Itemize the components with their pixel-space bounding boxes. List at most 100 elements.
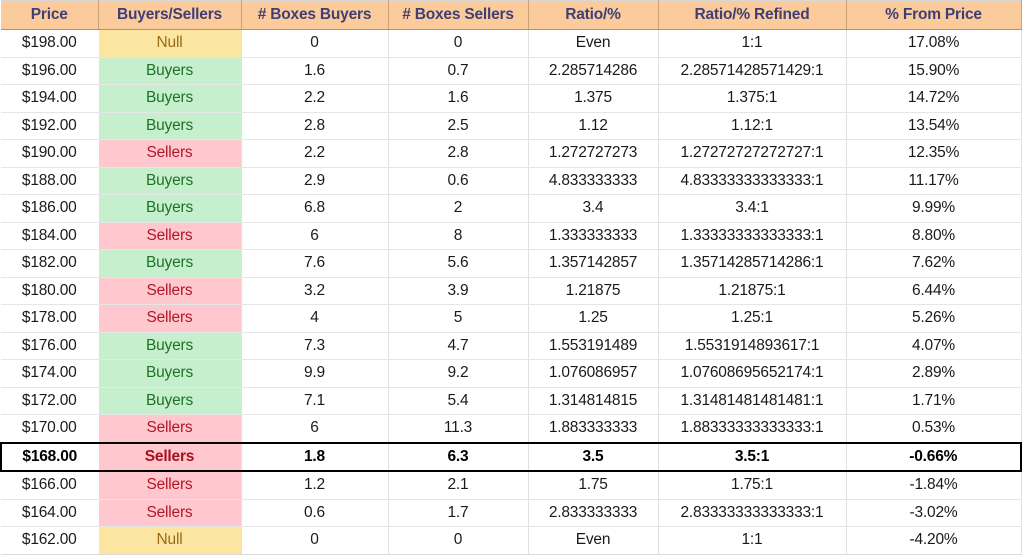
cell-buyers-sellers[interactable]: Sellers bbox=[98, 414, 242, 443]
cell-boxes-buyers[interactable]: 3.2 bbox=[241, 277, 389, 305]
cell-buyers-sellers[interactable]: Null bbox=[98, 526, 242, 555]
column-header-boxes-sellers[interactable]: # Boxes Sellers bbox=[388, 0, 529, 30]
cell-price[interactable]: $168.00 bbox=[0, 441, 99, 472]
cell-price[interactable]: $164.00 bbox=[1, 499, 99, 527]
cell-ratio-refined[interactable]: 1.21875:1 bbox=[658, 277, 847, 305]
cell-ratio[interactable]: 1.21875 bbox=[528, 277, 659, 305]
cell-ratio-refined[interactable]: 1.75:1 bbox=[658, 471, 847, 500]
cell-ratio-refined[interactable]: 1.88333333333333:1 bbox=[658, 414, 847, 443]
cell-boxes-buyers[interactable]: 9.9 bbox=[241, 359, 389, 388]
table-row[interactable]: $162.00 Null 0 0 Even 1:1 -4.20% bbox=[1, 526, 1022, 555]
table-row[interactable]: $178.00 Sellers 4 5 1.25 1.25:1 5.26% bbox=[1, 304, 1022, 333]
column-header-ratio-refined[interactable]: Ratio/% Refined bbox=[658, 0, 847, 30]
cell-boxes-buyers[interactable]: 0 bbox=[241, 526, 389, 555]
table-row[interactable]: $182.00 Buyers 7.6 5.6 1.357142857 1.35714285… bbox=[1, 249, 1022, 278]
cell-price[interactable]: $162.00 bbox=[1, 526, 99, 555]
cell-ratio-refined[interactable]: 1.12:1 bbox=[658, 112, 847, 140]
cell-ratio[interactable]: 2.285714286 bbox=[528, 57, 659, 85]
cell-boxes-sellers[interactable]: 6.3 bbox=[388, 441, 529, 472]
cell-ratio-refined[interactable]: 2.28571428571429:1 bbox=[658, 57, 847, 85]
cell-buyers-sellers[interactable]: Sellers bbox=[98, 304, 242, 333]
cell-price[interactable]: $180.00 bbox=[1, 277, 99, 305]
cell-boxes-sellers[interactable]: 0.6 bbox=[388, 167, 529, 195]
cell-pct-from-price[interactable]: 11.17% bbox=[846, 167, 1022, 195]
cell-pct-from-price[interactable]: 0.53% bbox=[846, 414, 1022, 443]
table-row[interactable]: $168.00 Sellers 1.8 6.3 3.5 3.5:1 -0.66% bbox=[0, 441, 1022, 472]
cell-boxes-buyers[interactable]: 6 bbox=[241, 414, 389, 443]
cell-boxes-sellers[interactable]: 1.7 bbox=[388, 499, 529, 527]
cell-ratio-refined[interactable]: 1.27272727272727:1 bbox=[658, 139, 847, 168]
cell-boxes-sellers[interactable]: 5.6 bbox=[388, 249, 529, 278]
cell-boxes-buyers[interactable]: 6 bbox=[241, 222, 389, 250]
cell-pct-from-price[interactable]: 8.80% bbox=[846, 222, 1022, 250]
cell-ratio-refined[interactable]: 1:1 bbox=[658, 526, 847, 555]
cell-buyers-sellers[interactable]: Buyers bbox=[98, 57, 242, 85]
cell-buyers-sellers[interactable]: Null bbox=[98, 29, 242, 58]
cell-boxes-buyers[interactable]: 4 bbox=[241, 304, 389, 333]
cell-price[interactable]: $184.00 bbox=[1, 222, 99, 250]
table-row[interactable]: $164.00 Sellers 0.6 1.7 2.833333333 2.8333333… bbox=[1, 499, 1022, 527]
cell-pct-from-price[interactable]: 9.99% bbox=[846, 194, 1022, 223]
cell-ratio-refined[interactable]: 1.25:1 bbox=[658, 304, 847, 333]
cell-price[interactable]: $196.00 bbox=[1, 57, 99, 85]
cell-boxes-buyers[interactable]: 1.8 bbox=[241, 441, 389, 472]
table-row[interactable]: $176.00 Buyers 7.3 4.7 1.553191489 1.55319148… bbox=[1, 332, 1022, 360]
cell-pct-from-price[interactable]: 17.08% bbox=[846, 29, 1022, 58]
cell-ratio[interactable]: 1.25 bbox=[528, 304, 659, 333]
cell-boxes-sellers[interactable]: 8 bbox=[388, 222, 529, 250]
cell-pct-from-price[interactable]: 14.72% bbox=[846, 84, 1022, 113]
cell-buyers-sellers[interactable]: Sellers bbox=[98, 277, 242, 305]
table-row[interactable]: $170.00 Sellers 6 11.3 1.883333333 1.88333333… bbox=[1, 414, 1022, 443]
cell-pct-from-price[interactable]: 12.35% bbox=[846, 139, 1022, 168]
cell-buyers-sellers[interactable]: Buyers bbox=[98, 332, 242, 360]
cell-ratio[interactable]: 3.5 bbox=[528, 441, 659, 472]
cell-buyers-sellers[interactable]: Sellers bbox=[98, 139, 242, 168]
table-row[interactable]: $184.00 Sellers 6 8 1.333333333 1.33333333333… bbox=[1, 222, 1022, 250]
cell-boxes-buyers[interactable]: 7.1 bbox=[241, 387, 389, 415]
cell-buyers-sellers[interactable]: Sellers bbox=[98, 499, 242, 527]
table-row[interactable]: $174.00 Buyers 9.9 9.2 1.076086957 1.07608695… bbox=[1, 359, 1022, 388]
cell-boxes-buyers[interactable]: 1.6 bbox=[241, 57, 389, 85]
table-row[interactable]: $196.00 Buyers 1.6 0.7 2.285714286 2.28571428… bbox=[1, 57, 1022, 85]
cell-boxes-buyers[interactable]: 2.8 bbox=[241, 112, 389, 140]
cell-boxes-buyers[interactable]: 2.9 bbox=[241, 167, 389, 195]
cell-boxes-sellers[interactable]: 2.1 bbox=[388, 471, 529, 500]
cell-buyers-sellers[interactable]: Buyers bbox=[98, 387, 242, 415]
cell-boxes-buyers[interactable]: 2.2 bbox=[241, 84, 389, 113]
cell-boxes-sellers[interactable]: 0 bbox=[388, 29, 529, 58]
cell-ratio-refined[interactable]: 3.4:1 bbox=[658, 194, 847, 223]
cell-boxes-sellers[interactable]: 2.5 bbox=[388, 112, 529, 140]
cell-boxes-sellers[interactable]: 0.7 bbox=[388, 57, 529, 85]
cell-ratio[interactable]: 1.75 bbox=[528, 471, 659, 500]
cell-ratio-refined[interactable]: 2.83333333333333:1 bbox=[658, 499, 847, 527]
cell-price[interactable]: $178.00 bbox=[1, 304, 99, 333]
cell-price[interactable]: $198.00 bbox=[1, 29, 99, 58]
cell-ratio[interactable]: 1.375 bbox=[528, 84, 659, 113]
cell-ratio[interactable]: 1.076086957 bbox=[528, 359, 659, 388]
cell-pct-from-price[interactable]: -0.66% bbox=[846, 441, 1022, 472]
cell-buyers-sellers[interactable]: Buyers bbox=[98, 112, 242, 140]
cell-boxes-buyers[interactable]: 2.2 bbox=[241, 139, 389, 168]
cell-ratio-refined[interactable]: 1.35714285714286:1 bbox=[658, 249, 847, 278]
cell-ratio-refined[interactable]: 1.5531914893617:1 bbox=[658, 332, 847, 360]
cell-ratio[interactable]: 1.883333333 bbox=[528, 414, 659, 443]
cell-ratio[interactable]: 1.12 bbox=[528, 112, 659, 140]
cell-boxes-buyers[interactable]: 7.6 bbox=[241, 249, 389, 278]
cell-buyers-sellers[interactable]: Sellers bbox=[98, 441, 242, 472]
cell-ratio-refined[interactable]: 1.33333333333333:1 bbox=[658, 222, 847, 250]
cell-boxes-sellers[interactable]: 11.3 bbox=[388, 414, 529, 443]
cell-pct-from-price[interactable]: 1.71% bbox=[846, 387, 1022, 415]
cell-pct-from-price[interactable]: -1.84% bbox=[846, 471, 1022, 500]
cell-buyers-sellers[interactable]: Sellers bbox=[98, 222, 242, 250]
cell-price[interactable]: $174.00 bbox=[1, 359, 99, 388]
cell-pct-from-price[interactable]: 2.89% bbox=[846, 359, 1022, 388]
cell-pct-from-price[interactable]: 5.26% bbox=[846, 304, 1022, 333]
cell-pct-from-price[interactable]: -3.02% bbox=[846, 499, 1022, 527]
table-row[interactable]: $194.00 Buyers 2.2 1.6 1.375 1.375:1 14.72% bbox=[1, 84, 1022, 113]
cell-boxes-buyers[interactable]: 0.6 bbox=[241, 499, 389, 527]
cell-ratio[interactable]: 1.333333333 bbox=[528, 222, 659, 250]
cell-boxes-sellers[interactable]: 9.2 bbox=[388, 359, 529, 388]
cell-price[interactable]: $166.00 bbox=[1, 471, 99, 500]
cell-boxes-sellers[interactable]: 2.8 bbox=[388, 139, 529, 168]
cell-boxes-sellers[interactable]: 3.9 bbox=[388, 277, 529, 305]
